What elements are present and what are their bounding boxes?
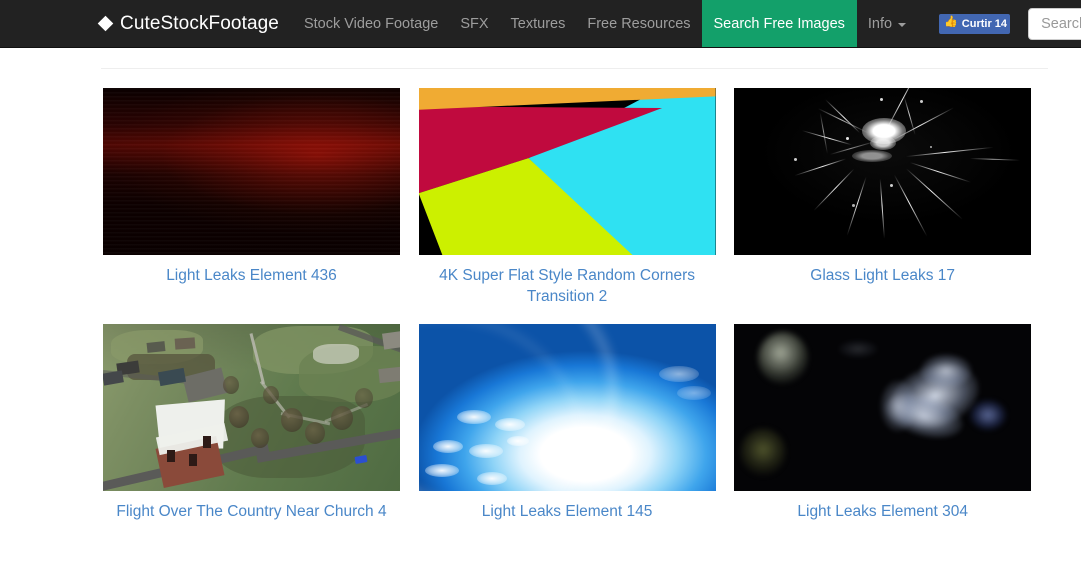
glass-hotspot xyxy=(852,150,893,162)
blue-cloudlet xyxy=(476,472,507,485)
nav-item-sfx[interactable]: SFX xyxy=(449,0,499,47)
result-thumbnail-flat-color-geometric[interactable] xyxy=(418,88,716,255)
aerial-building xyxy=(146,341,166,353)
result-thumbnail-shattered-glass[interactable] xyxy=(734,88,1032,255)
aerial-tree xyxy=(281,408,303,432)
result-card: Glass Light Leaks 17 xyxy=(732,88,1048,307)
brand-logo[interactable]: CuteStockFootage xyxy=(97,0,293,47)
result-title-link[interactable]: Light Leaks Element 304 xyxy=(734,501,1031,522)
aerial-building xyxy=(382,330,400,350)
result-title-link[interactable]: Light Leaks Element 436 xyxy=(103,265,400,286)
diamond-icon xyxy=(97,15,114,32)
aerial-field xyxy=(313,344,359,364)
aerial-window xyxy=(203,436,211,448)
result-card: Flight Over The Country Near Church 4 xyxy=(101,324,417,522)
result-title-link[interactable]: 4K Super Flat Style Random Corners Trans… xyxy=(419,265,716,307)
blue-cloudlet xyxy=(658,366,699,382)
result-card: Light Leaks Element 145 xyxy=(417,324,733,522)
facebook-like-label: Curtir 14 m xyxy=(961,17,1010,30)
page-body: Light Leaks Element 436 4K Super Flat St… xyxy=(0,48,1081,565)
smoke-orb xyxy=(970,400,1007,430)
nav-item-label: Search Free Images xyxy=(713,15,845,32)
glass-crack xyxy=(819,112,829,155)
search-input[interactable] xyxy=(1028,7,1081,40)
nav-item-free-resources[interactable]: Free Resources xyxy=(576,0,701,47)
aerial-building xyxy=(174,337,196,350)
glass-crack xyxy=(794,158,847,177)
result-card: Light Leaks Element 304 xyxy=(732,324,1048,522)
aerial-window xyxy=(189,454,197,466)
chevron-down-icon xyxy=(898,22,907,27)
smoke-orb xyxy=(740,428,787,476)
aerial-window xyxy=(167,450,175,462)
brand-label: CuteStockFootage xyxy=(120,12,279,34)
blue-cloudlet xyxy=(468,444,503,458)
nav-item-label: Stock Video Footage xyxy=(303,15,439,32)
smoke-orb xyxy=(758,332,809,384)
glass-crack xyxy=(813,168,855,211)
aerial-tree xyxy=(251,428,269,448)
nav-item-label: Textures xyxy=(510,15,566,32)
blue-cloudlet xyxy=(432,440,463,453)
blue-cloudlet xyxy=(676,386,711,400)
glass-spark xyxy=(846,137,850,140)
glass-crack xyxy=(970,158,1021,162)
facebook-like-widget: 👍 Curtir 14 m xyxy=(917,0,1011,47)
glass-spark xyxy=(920,100,924,103)
glass-spark xyxy=(930,146,933,148)
navbar-inner: CuteStockFootage Stock Video Footage SFX… xyxy=(0,0,1081,47)
glass-crack xyxy=(802,129,853,146)
glass-crack xyxy=(817,108,869,134)
result-thumbnail-aerial-church[interactable] xyxy=(103,324,400,491)
aerial-tree xyxy=(331,406,353,430)
aerial-tree xyxy=(263,386,279,404)
results-grid: Light Leaks Element 436 4K Super Flat St… xyxy=(101,88,1048,539)
glass-crack xyxy=(825,98,861,134)
glass-spark xyxy=(794,158,798,161)
nav-links: Stock Video Footage SFX Textures Free Re… xyxy=(293,0,917,47)
result-thumbnail-blue-light-leak[interactable] xyxy=(418,324,716,491)
blue-cloudlet xyxy=(424,464,459,477)
glass-crack xyxy=(846,176,867,236)
glass-hotspot xyxy=(870,136,897,150)
result-title-link[interactable]: Flight Over The Country Near Church 4 xyxy=(103,501,400,522)
blue-cloudlet xyxy=(494,418,525,431)
aerial-building xyxy=(378,366,400,384)
aerial-tree xyxy=(229,406,249,428)
aerial-tree xyxy=(223,376,239,394)
content-divider xyxy=(101,68,1048,69)
nav-item-info[interactable]: Info xyxy=(857,0,917,47)
nav-item-stock-video-footage[interactable]: Stock Video Footage xyxy=(293,0,449,47)
result-card: Light Leaks Element 436 xyxy=(101,88,417,307)
aerial-car xyxy=(354,455,368,464)
nav-item-textures[interactable]: Textures xyxy=(500,0,577,47)
result-card: 4K Super Flat Style Random Corners Trans… xyxy=(417,88,733,307)
nav-item-label: Info xyxy=(867,15,893,32)
result-thumbnail-dark-red-light-leak[interactable] xyxy=(103,88,400,255)
smoke-wisp xyxy=(880,380,917,432)
nav-item-label: Free Resources xyxy=(587,15,691,32)
glass-spark xyxy=(890,184,894,187)
result-title-link[interactable]: Light Leaks Element 145 xyxy=(419,501,716,522)
glass-crack xyxy=(906,146,994,158)
aerial-tree xyxy=(305,422,325,444)
nav-item-search-free-images[interactable]: Search Free Images xyxy=(701,0,857,47)
blue-cloudlet xyxy=(506,436,529,446)
aerial-building xyxy=(103,370,124,386)
search-box xyxy=(1028,0,1081,47)
smoke-wisp xyxy=(838,340,879,358)
result-title-link[interactable]: Glass Light Leaks 17 xyxy=(734,265,1031,286)
blue-cloudlet xyxy=(456,410,491,424)
nav-item-label: SFX xyxy=(460,15,489,32)
result-thumbnail-dark-smoke-light-leak[interactable] xyxy=(734,324,1032,491)
facebook-like-button[interactable]: 👍 Curtir 14 m xyxy=(939,13,1011,34)
smoke-wisp xyxy=(920,354,973,388)
thumbs-up-icon: 👍 xyxy=(944,16,958,28)
glass-crack xyxy=(879,178,886,239)
top-navbar: CuteStockFootage Stock Video Footage SFX… xyxy=(0,0,1081,48)
aerial-tree xyxy=(355,388,373,408)
glass-spark xyxy=(880,98,884,101)
